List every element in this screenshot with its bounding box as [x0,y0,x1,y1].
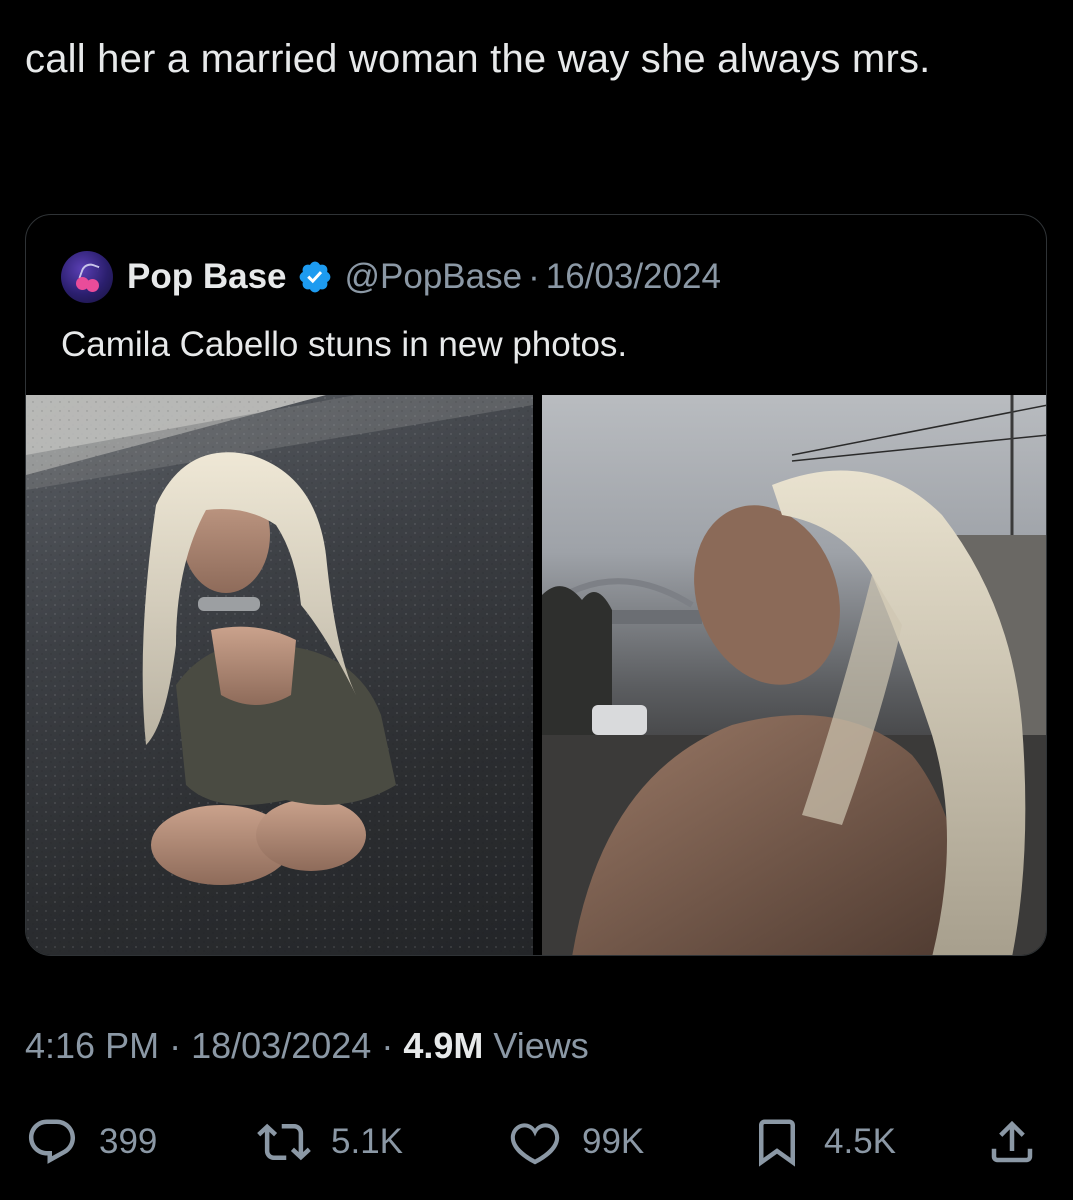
heart-icon [510,1123,560,1165]
meta-separator-1: · [169,1025,182,1066]
photo-1-illustration [26,395,533,955]
repost-count: 5.1K [331,1122,403,1161]
quoted-post-date[interactable]: 16/03/2024 [546,257,721,297]
quoted-post-header: Pop Base @PopBase · 16/03/2024 [61,251,721,303]
like-count: 99K [582,1122,645,1161]
views-label: Views [493,1025,589,1066]
reply-button[interactable]: 399 [25,1114,157,1170]
like-button[interactable]: 99K [508,1114,644,1170]
share-icon [991,1120,1033,1163]
post-text: call her a married woman the way she alw… [25,37,931,81]
photo-2[interactable] [542,395,1046,955]
repost-icon [257,1123,311,1161]
share-button[interactable] [985,1114,1059,1170]
meta-separator-2: · [381,1025,394,1066]
post-meta: 4:16 PM · 18/03/2024 · 4.9M Views [25,1025,589,1067]
repost-button[interactable]: 5.1K [257,1114,403,1170]
header-separator: · [528,257,540,296]
reply-count: 399 [99,1122,158,1161]
verified-badge-icon [299,261,330,293]
author-handle[interactable]: @PopBase [345,257,523,297]
post-date[interactable]: 18/03/2024 [191,1025,371,1066]
cherry-logo-icon-second [86,279,99,292]
photo-2-illustration [542,395,1046,955]
quoted-post-text: Camila Cabello stuns in new photos. [61,325,628,364]
bookmark-count: 4.5K [824,1122,896,1161]
author-name[interactable]: Pop Base [127,257,287,297]
post-time[interactable]: 4:16 PM [25,1025,159,1066]
bookmark-icon [759,1119,795,1167]
action-bar: 399 5.1K 99K 4.5K [0,1114,1073,1170]
views-count: 4.9M [403,1025,484,1066]
photo-1[interactable] [26,395,533,955]
bookmark-button[interactable]: 4.5K [750,1114,896,1170]
avatar[interactable] [61,251,113,303]
reply-icon [28,1119,76,1164]
quoted-post-card[interactable]: Pop Base @PopBase · 16/03/2024 Camila Ca… [25,214,1047,956]
